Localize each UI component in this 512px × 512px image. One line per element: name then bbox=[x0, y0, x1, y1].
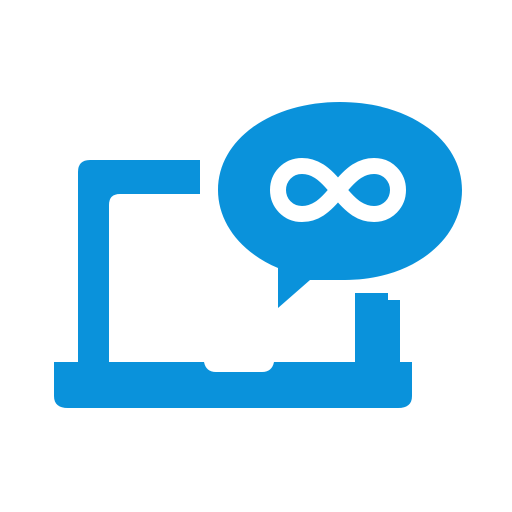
laptop-base bbox=[54, 362, 412, 408]
speech-bubble-body bbox=[218, 102, 462, 308]
speech-bubble-icon bbox=[218, 102, 462, 308]
icon-canvas bbox=[0, 0, 512, 512]
laptop-chat-infinity-icon bbox=[54, 102, 462, 408]
laptop-screen-right-edge bbox=[355, 293, 388, 370]
